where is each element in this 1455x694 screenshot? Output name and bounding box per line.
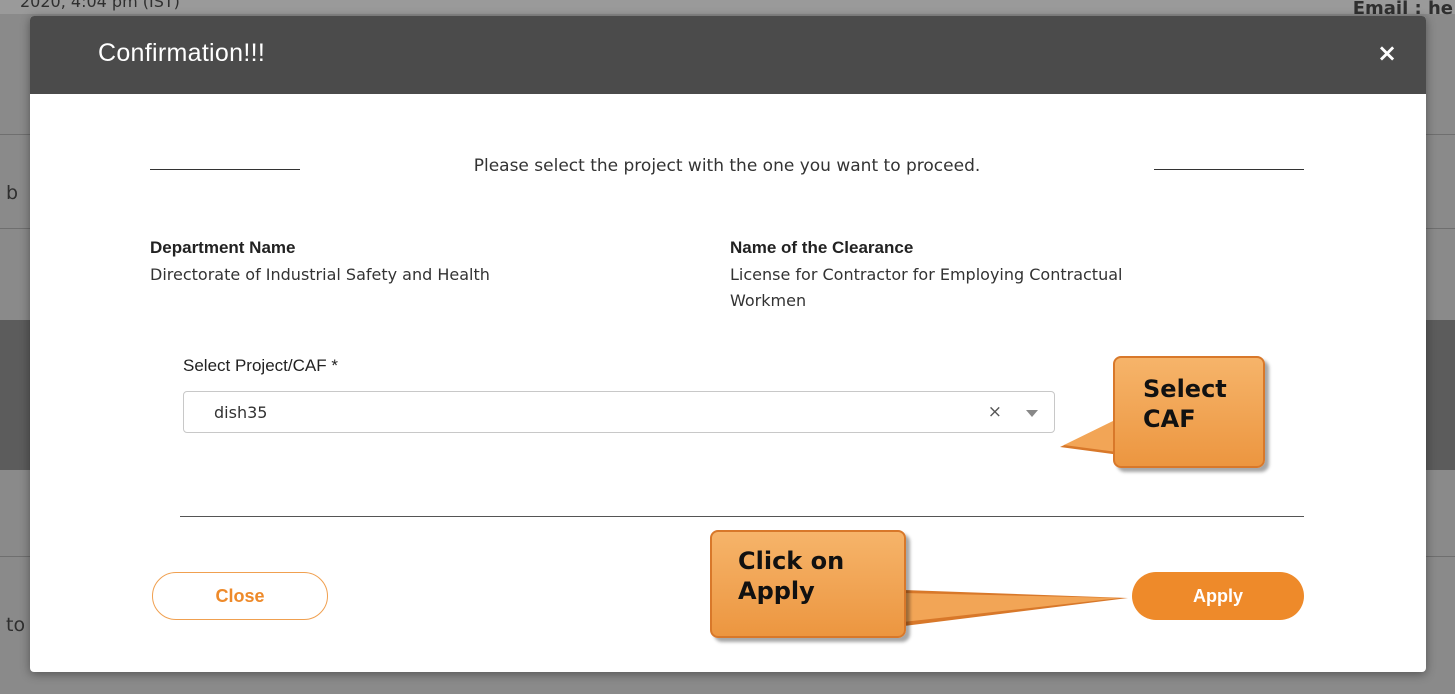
clear-selection-icon[interactable]: × xyxy=(988,402,1002,422)
select-project-label: Select Project/CAF * xyxy=(183,356,338,375)
select-caf-callout: Select CAF xyxy=(1113,356,1265,468)
chevron-down-icon[interactable] xyxy=(1026,410,1038,417)
project-caf-select[interactable]: dish35 × xyxy=(183,391,1055,433)
clearance-name-value: License for Contractor for Employing Con… xyxy=(730,265,1123,310)
background-timestamp-fragment: 2020, 4:04 pm (IST) xyxy=(20,0,180,11)
apply-button[interactable]: Apply xyxy=(1132,572,1304,620)
instruction-text: Please select the project with the one y… xyxy=(473,156,981,176)
background-text-fragment: to xyxy=(6,614,26,636)
selected-project-value: dish35 xyxy=(214,403,268,422)
close-icon[interactable]: × xyxy=(1376,41,1398,65)
click-apply-callout: Click on Apply xyxy=(710,530,906,638)
clearance-name-label: Name of the Clearance xyxy=(730,238,914,257)
divider-left xyxy=(150,169,300,170)
department-name-value: Directorate of Industrial Safety and Hea… xyxy=(150,265,490,284)
department-name-label: Department Name xyxy=(150,238,296,257)
close-button[interactable]: Close xyxy=(152,572,328,620)
footer-divider xyxy=(180,516,1304,517)
modal-header: Confirmation!!! × xyxy=(30,16,1426,94)
instruction-row: Please select the project with the one y… xyxy=(150,156,1304,186)
background-top-strip xyxy=(0,0,1455,14)
modal-title: Confirmation!!! xyxy=(98,39,266,67)
background-text-fragment: b xyxy=(6,182,19,204)
divider-right xyxy=(1154,169,1304,170)
